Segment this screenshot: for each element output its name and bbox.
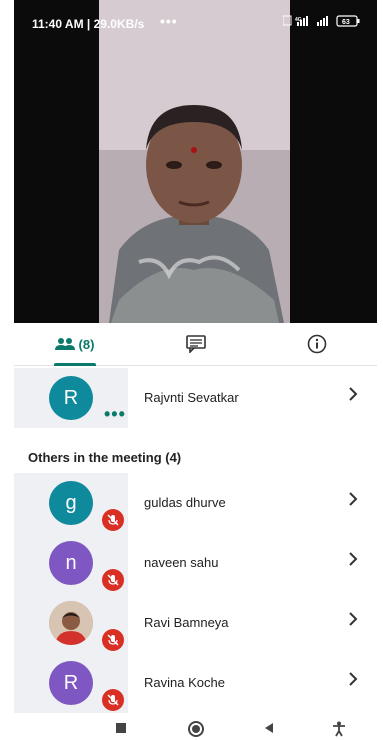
participant-name: Ravi Bamneya: [144, 615, 229, 630]
tab-info[interactable]: [256, 323, 377, 365]
avatar-column: R •••: [14, 368, 128, 428]
video-area: [14, 0, 377, 323]
home-button[interactable]: [188, 721, 204, 737]
avatar-column: R: [14, 653, 128, 713]
chevron-right-icon: [349, 552, 358, 566]
meeting-tabs: (8): [14, 323, 377, 366]
participant-row[interactable]: n naveen sahu: [14, 533, 377, 593]
avatar: R: [49, 661, 93, 705]
status-bar: 11:40 AM | 29.0KB/s ••• 4G 63: [14, 0, 377, 38]
mic-off-icon: [102, 629, 124, 651]
system-icons: 4G 63: [282, 15, 363, 30]
mic-off-icon: [102, 689, 124, 711]
status-time: 11:40 AM | 29.0KB/s: [32, 17, 145, 31]
avatar-column: n: [14, 533, 128, 593]
system-nav-bar: [14, 718, 377, 740]
participant-row[interactable]: R ••• Rajvnti Sevatkar: [14, 368, 377, 428]
back-button[interactable]: [262, 721, 276, 735]
participant-video-feed: [99, 0, 290, 323]
participant-row[interactable]: R Ravina Koche: [14, 653, 377, 713]
more-dots-icon: •••: [160, 13, 178, 29]
participant-row[interactable]: Ravi Bamneya: [14, 593, 377, 653]
more-options-icon[interactable]: •••: [104, 405, 126, 423]
signal-battery-icon: 4G 63: [282, 15, 360, 27]
mic-off-icon: [102, 569, 124, 591]
participant-figure: [99, 0, 290, 323]
participant-name: naveen sahu: [144, 555, 219, 570]
recents-button[interactable]: [114, 721, 128, 735]
chevron-right-icon: [349, 672, 358, 686]
avatar-column: g: [14, 473, 128, 533]
people-count: (8): [78, 336, 95, 352]
active-tab-indicator: [54, 363, 96, 366]
profile-photo: [49, 601, 93, 645]
chat-icon: [185, 335, 206, 353]
chevron-right-icon: [349, 387, 358, 401]
chevron-right-icon: [349, 612, 358, 626]
avatar-column: [14, 593, 128, 653]
tab-people[interactable]: (8): [14, 323, 135, 366]
mic-off-icon: [102, 509, 124, 531]
chevron-right-icon: [349, 492, 358, 506]
tab-chat[interactable]: [135, 323, 256, 365]
section-title: Others in the meeting (4): [28, 450, 182, 465]
participant-row[interactable]: g guldas dhurve: [14, 473, 377, 533]
participant-name: guldas dhurve: [144, 495, 226, 510]
avatar-photo: [49, 601, 93, 645]
participant-name: Rajvnti Sevatkar: [144, 390, 239, 405]
accessibility-button[interactable]: [332, 721, 346, 737]
people-icon: [54, 338, 75, 350]
avatar: g: [49, 481, 93, 525]
avatar: n: [49, 541, 93, 585]
participant-name: Ravina Koche: [144, 675, 225, 690]
svg-text:63: 63: [342, 19, 350, 26]
info-icon: [307, 334, 326, 354]
avatar: R: [49, 376, 93, 420]
